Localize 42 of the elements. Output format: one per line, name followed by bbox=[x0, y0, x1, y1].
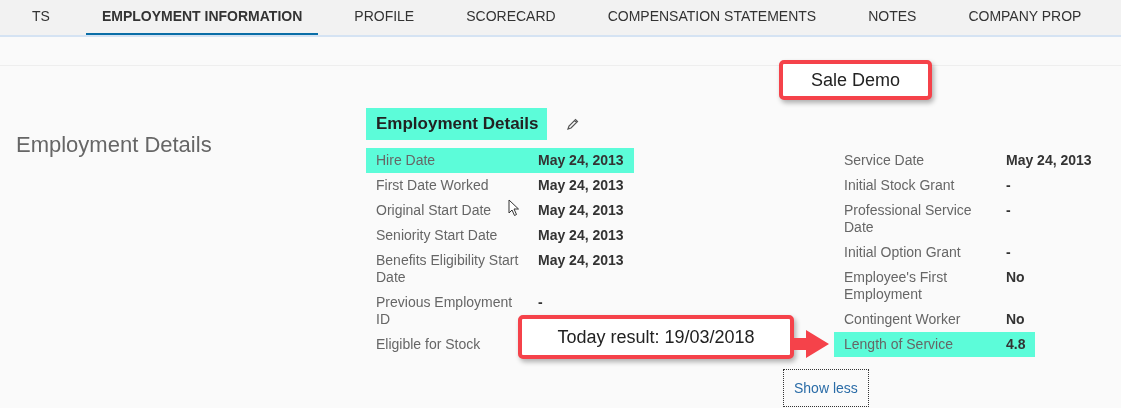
tab[interactable]: PROFILE bbox=[338, 0, 431, 35]
field-label: Seniority Start Date bbox=[376, 227, 498, 244]
field-label: Contingent Worker bbox=[844, 311, 961, 328]
field-label: Employee's First Employment bbox=[844, 269, 949, 303]
field-value: May 24, 2013 bbox=[538, 177, 624, 194]
field-label: Original Start Date bbox=[376, 202, 492, 219]
card-title: Employment Details bbox=[366, 108, 547, 140]
field-label: Initial Stock Grant bbox=[844, 177, 955, 194]
field-label: Eligible for Stock bbox=[376, 336, 481, 353]
tab[interactable]: TS bbox=[16, 0, 66, 35]
field-label: First Date Worked bbox=[376, 177, 489, 194]
callout: Sale Demo bbox=[779, 60, 932, 100]
field-value: - bbox=[1006, 244, 1011, 261]
field-value: No bbox=[1006, 269, 1025, 287]
field-value: May 24, 2013 bbox=[538, 202, 624, 219]
field-label: Service Date bbox=[844, 152, 925, 169]
field-value: May 24, 2013 bbox=[538, 152, 624, 169]
field-label: Hire Date bbox=[376, 152, 436, 169]
field-label: Benefits Eligibility Start Date bbox=[376, 252, 520, 286]
tab[interactable]: COMPENSATION STATEMENTS bbox=[591, 0, 833, 35]
arrow bbox=[794, 328, 830, 360]
field-value: May 24, 2013 bbox=[1006, 152, 1092, 169]
callout: Today result: 19/03/2018 bbox=[518, 315, 794, 359]
field-label: Professional Service Date bbox=[844, 202, 973, 236]
field-value: - bbox=[1006, 202, 1011, 220]
show-less-button[interactable]: Show less bbox=[783, 369, 869, 407]
field-label: Length of Service bbox=[844, 336, 953, 353]
field-label: Previous Employment ID bbox=[376, 294, 514, 328]
pencil-icon[interactable] bbox=[566, 118, 579, 130]
tab[interactable]: COMPANY PROP bbox=[952, 0, 1098, 35]
field-value: - bbox=[538, 294, 543, 312]
section-title: Employment Details bbox=[15, 131, 212, 158]
field-value: - bbox=[1006, 177, 1011, 194]
field-value: 4.8 bbox=[1006, 336, 1026, 353]
field-value: May 24, 2013 bbox=[538, 252, 624, 270]
field-value: No bbox=[1006, 311, 1025, 328]
tab[interactable]: NOTES bbox=[852, 0, 933, 35]
field-label: Initial Option Grant bbox=[844, 244, 961, 261]
tab[interactable]: EMPLOYMENT INFORMATION bbox=[85, 0, 319, 35]
field-value: May 24, 2013 bbox=[538, 227, 624, 244]
tab[interactable]: SCORECARD bbox=[450, 0, 572, 35]
mouse-pointer-icon bbox=[508, 199, 520, 217]
